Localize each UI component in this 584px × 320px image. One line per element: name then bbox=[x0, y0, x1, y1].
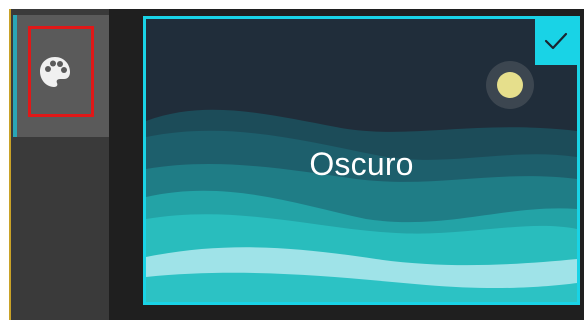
palette-icon bbox=[40, 57, 70, 87]
settings-window: Oscuro bbox=[0, 0, 584, 320]
selected-badge bbox=[535, 19, 577, 65]
theme-label: Oscuro bbox=[309, 146, 414, 182]
check-icon bbox=[544, 32, 568, 50]
theme-card-oscuro[interactable]: Oscuro bbox=[143, 16, 580, 305]
active-indicator bbox=[13, 15, 17, 137]
